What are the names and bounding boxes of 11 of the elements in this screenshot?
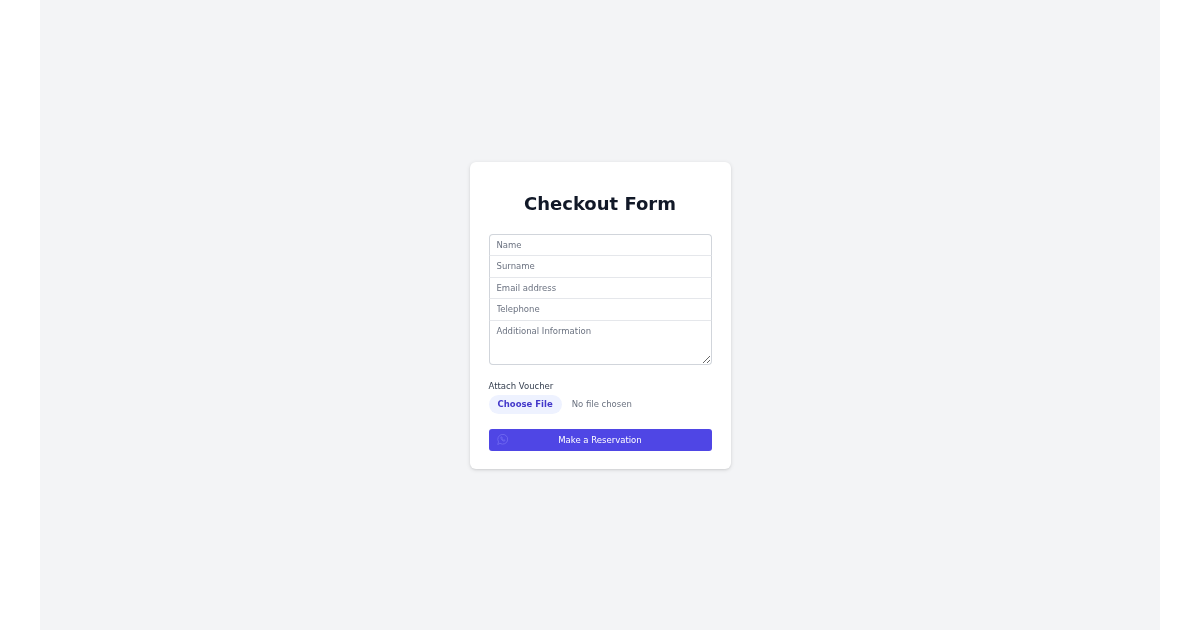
textarea-field[interactable]: Additional Information	[488, 319, 712, 365]
choose-file-button[interactable]: Choose File	[488, 394, 562, 414]
text-field[interactable]: Email address	[488, 276, 712, 298]
chat-bubble-icon	[496, 434, 508, 445]
text-field[interactable]: Surname	[488, 255, 712, 277]
text-field[interactable]: Telephone	[488, 298, 712, 320]
submit-button[interactable]: Make a Reservation	[488, 428, 712, 451]
field-label: Attach Voucher	[488, 379, 554, 392]
form-title: Checkout Form	[524, 191, 676, 216]
file-status: No file chosen	[571, 399, 632, 409]
text-field[interactable]: Name	[488, 233, 712, 255]
